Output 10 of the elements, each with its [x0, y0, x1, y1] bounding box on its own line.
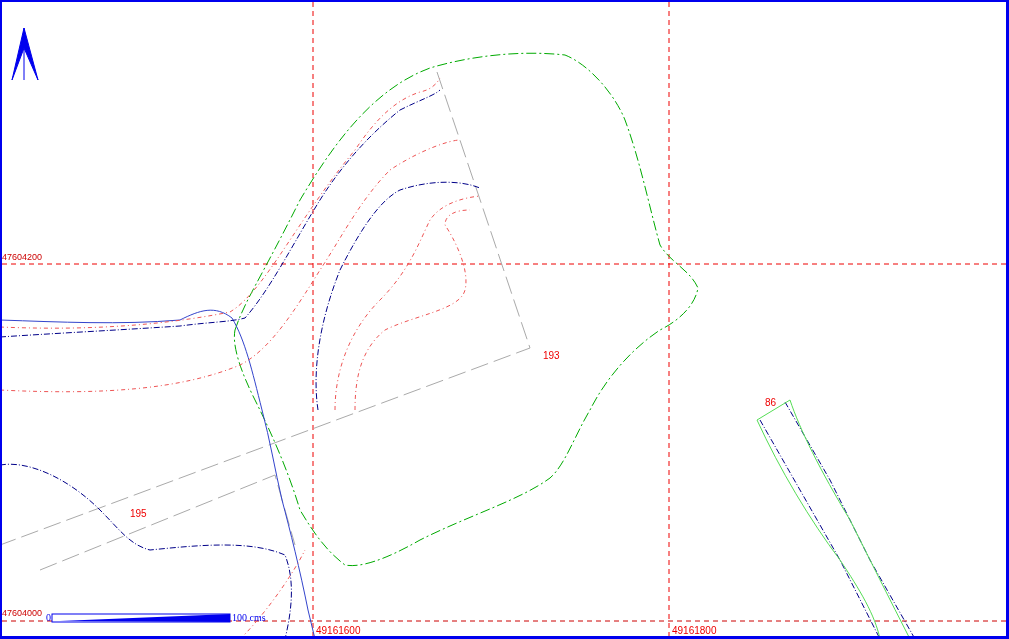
grid-coordinate-label: 49161800: [672, 625, 717, 636]
scale-start-label: 0: [46, 612, 51, 623]
grid-coordinate-label: 47604000: [2, 608, 43, 618]
scale-end-label: 100 cms: [232, 612, 266, 623]
parcel-number: 86: [765, 397, 777, 408]
parcel-number: 195: [130, 508, 147, 519]
parcel-number: 193: [543, 350, 560, 361]
north-arrow-icon: [11, 27, 39, 81]
grid-coordinate-label: 49161600: [316, 625, 361, 636]
grid-coordinate-label: 47604200: [2, 252, 43, 262]
